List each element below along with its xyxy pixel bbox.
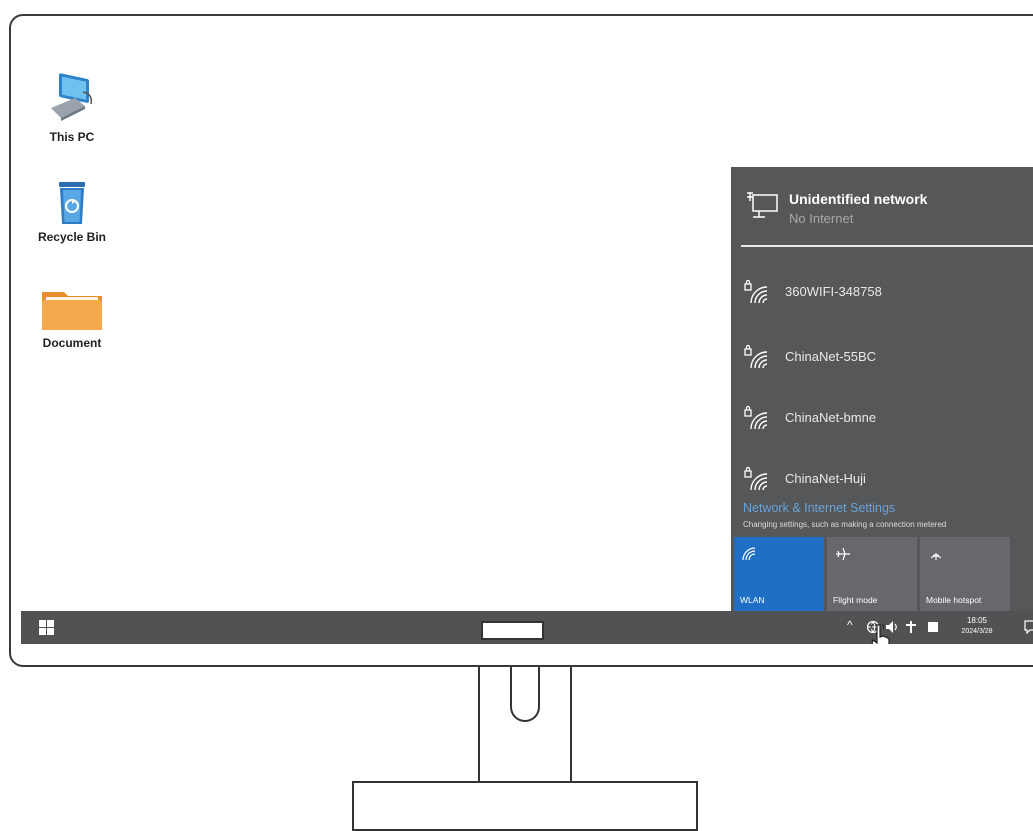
hotspot-icon (930, 553, 942, 560)
wifi-network-name: ChinaNet-55BC (785, 349, 877, 364)
wifi-secured-icon (744, 344, 768, 369)
wifi-network-item[interactable]: 360WIFI-348758 (741, 277, 1031, 307)
quick-action-label: WLAN (740, 595, 765, 605)
desktop-icon-label: Document (42, 336, 102, 350)
wifi-secured-icon (744, 279, 768, 304)
quick-action-label: Mobile hotspot (926, 595, 982, 605)
quick-action-flight-mode[interactable]: Flight mode (827, 537, 917, 611)
windows-start-icon[interactable] (39, 620, 54, 635)
desktop-icon-label: Recycle Bin (37, 230, 107, 244)
chevron-up-icon[interactable]: ^ (847, 618, 853, 632)
computer-icon (51, 73, 93, 121)
wifi-network-name: ChinaNet-Huji (785, 471, 866, 486)
monitor-base (352, 781, 698, 831)
network-flyout: Unidentified network No Internet 360WIFI… (731, 167, 1033, 611)
wifi-network-name: ChinaNet-bmne (785, 410, 877, 425)
desktop-icon-document[interactable]: Document (27, 288, 117, 350)
wifi-network-name: 360WIFI-348758 (785, 284, 882, 299)
connected-network-name: Unidentified network (789, 191, 928, 207)
ethernet-monitor-icon (747, 192, 778, 218)
quick-action-label: Flight mode (833, 595, 878, 605)
notification-icon[interactable] (1024, 620, 1033, 634)
wifi-network-item[interactable]: ChinaNet-bmne (741, 403, 1031, 433)
folder-icon (42, 292, 102, 330)
clock-date: 2024/3/28 (961, 628, 993, 635)
network-settings-description: Changing settings, such as making a conn… (743, 520, 947, 529)
recycle-bin-icon (59, 182, 85, 224)
hand-cursor-icon (870, 623, 890, 644)
wifi-network-item[interactable]: ChinaNet-55BC (741, 342, 1031, 372)
wifi-network-item[interactable]: ChinaNet-Huji (741, 464, 1031, 494)
connected-network-status: No Internet (789, 211, 854, 226)
desktop-icon-this-pc[interactable]: This PC (27, 66, 117, 144)
desktop-icon-recycle-bin[interactable]: Recycle Bin (27, 180, 117, 244)
keyboard-icon[interactable] (927, 621, 939, 633)
desktop-screen: This PC Recycle Bin Document Unidentifie… (21, 30, 1033, 644)
wifi-secured-icon (744, 405, 768, 430)
monitor-stand-slot (510, 667, 540, 722)
connected-network[interactable]: Unidentified network No Internet (741, 185, 1033, 247)
wifi-icon (742, 547, 756, 561)
quick-action-wlan[interactable]: WLAN (734, 537, 824, 611)
taskbar-clock[interactable]: 18:05 2024/3/28 (951, 615, 1003, 637)
desktop-icon-label: This PC (49, 130, 95, 144)
pen-icon[interactable] (905, 620, 917, 634)
monitor-frame: This PC Recycle Bin Document Unidentifie… (9, 14, 1033, 667)
network-settings-link[interactable]: Network & Internet Settings (743, 501, 895, 515)
wifi-secured-icon (744, 466, 768, 491)
clock-time: 18:05 (966, 616, 988, 625)
monitor-logo-plate (481, 621, 544, 640)
airplane-icon (836, 547, 850, 561)
quick-action-mobile-hotspot[interactable]: Mobile hotspot (920, 537, 1010, 611)
